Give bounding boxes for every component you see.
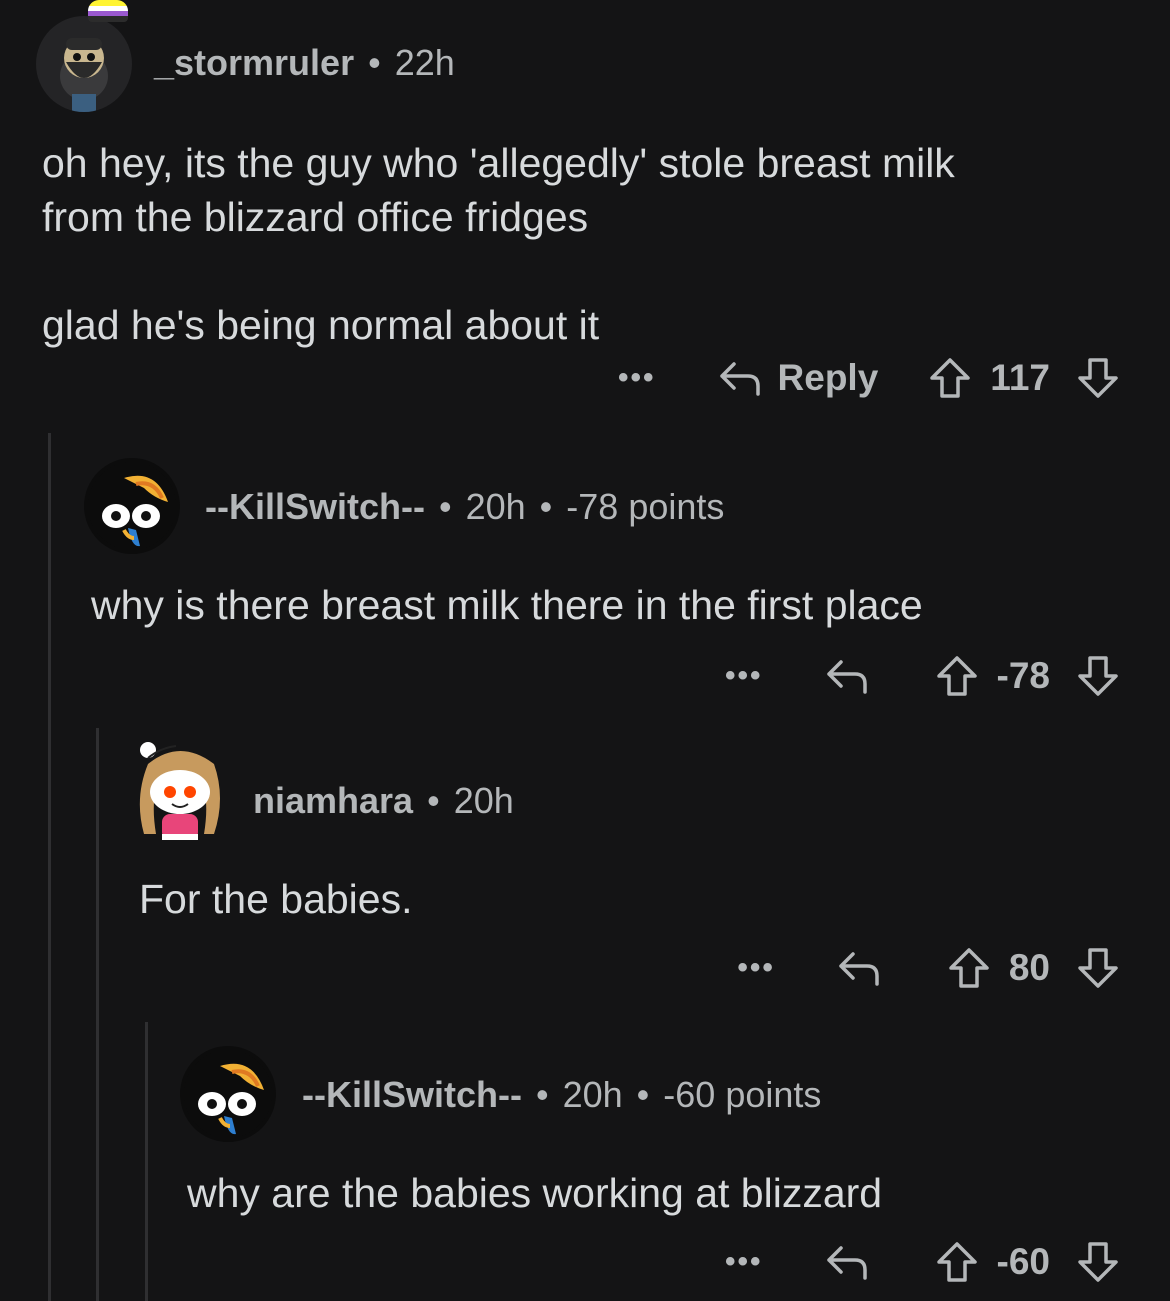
reply-button[interactable]: Reply (718, 357, 879, 399)
separator: • (368, 42, 381, 83)
timestamp: 20h (562, 1074, 623, 1115)
points-label: -78 points (566, 486, 725, 527)
upvote-icon[interactable] (928, 356, 972, 400)
more-options-icon[interactable]: ••• (725, 1247, 763, 1277)
avatar[interactable] (180, 1046, 276, 1142)
vote-score: -78 (996, 655, 1050, 696)
thread-line-level-2[interactable] (96, 728, 99, 1301)
username[interactable]: _stormruler (154, 42, 354, 84)
points-label: -60 points (663, 1074, 822, 1115)
comment-actions: ••• 80 (737, 946, 1120, 990)
timestamp: 20h (453, 780, 514, 821)
separator: • (535, 1074, 549, 1115)
reply-arrow-icon (719, 362, 760, 396)
downvote-icon[interactable] (1076, 1240, 1120, 1284)
comment-body: why is there breast milk there in the fi… (91, 582, 923, 628)
comment-body: why are the babies working at blizzard (187, 1170, 883, 1216)
vote-score: 80 (1008, 947, 1050, 988)
avatar[interactable] (84, 458, 180, 554)
timestamp: 20h (465, 486, 526, 527)
comment-actions: ••• -60 (725, 1240, 1120, 1284)
separator: • (539, 486, 553, 527)
username[interactable]: --KillSwitch-- (302, 1074, 522, 1116)
comment-header: niamhara • 20h (253, 780, 514, 822)
reply-button[interactable] (825, 1242, 885, 1282)
reply-button[interactable] (825, 656, 885, 696)
avatar[interactable] (130, 738, 230, 846)
comment-header: _stormruler • 22h (154, 42, 455, 84)
upvote-icon[interactable] (947, 946, 991, 990)
reply-label: Reply (777, 357, 879, 398)
more-options-icon[interactable]: ••• (618, 363, 656, 393)
thread-line-level-3[interactable] (145, 1022, 148, 1301)
vote-score: 117 (990, 357, 1050, 398)
reply-arrow-icon (826, 660, 867, 694)
comment-body: oh hey, its the guy who 'allegedly' stol… (42, 140, 955, 348)
reply-arrow-icon (826, 1246, 867, 1280)
more-options-icon[interactable]: ••• (737, 953, 775, 983)
thread-line-level-1[interactable] (48, 433, 51, 1301)
comment-body: For the babies. (139, 876, 413, 922)
timestamp: 22h (394, 42, 455, 83)
comment-header: --KillSwitch-- • 20h • -78 points (205, 486, 724, 528)
upvote-icon[interactable] (935, 1240, 979, 1284)
avatar[interactable] (36, 16, 132, 112)
downvote-icon[interactable] (1076, 946, 1120, 990)
separator: • (427, 780, 440, 821)
vote-score: -60 (996, 1241, 1050, 1282)
username[interactable]: --KillSwitch-- (205, 486, 425, 528)
reply-arrow-icon (839, 952, 879, 986)
upvote-icon[interactable] (935, 654, 979, 698)
separator: • (636, 1074, 650, 1115)
downvote-icon[interactable] (1076, 654, 1120, 698)
comment-actions: ••• -78 (725, 654, 1120, 698)
nonbinary-flag-badge-icon (88, 0, 128, 22)
username[interactable]: niamhara (253, 780, 413, 822)
comment-actions: ••• Reply 117 (618, 356, 1120, 400)
more-options-icon[interactable]: ••• (725, 661, 763, 691)
reply-button[interactable] (837, 948, 897, 988)
separator: • (438, 486, 452, 527)
downvote-icon[interactable] (1076, 356, 1120, 400)
comment-header: --KillSwitch-- • 20h • -60 points (302, 1074, 821, 1116)
